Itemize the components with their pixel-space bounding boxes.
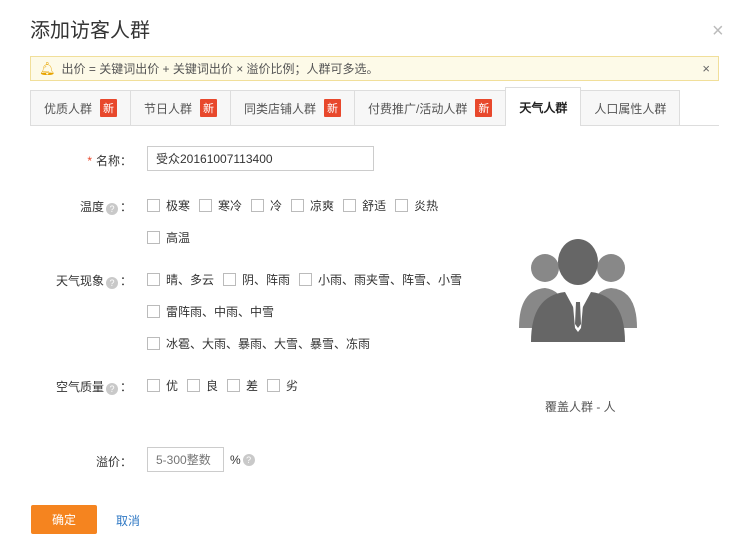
temperature-label-text: 温度	[79, 200, 104, 214]
colon: ：	[119, 380, 132, 394]
air-quality-options: 优 良 差 劣	[147, 377, 307, 394]
tab-weather[interactable]: 天气人群	[505, 87, 582, 126]
weather-label: 天气现象?：	[0, 272, 132, 289]
tab-bar: 优质人群新 节日人群新 同类店铺人群新 付费推广/活动人群新 天气人群 人口属性…	[30, 87, 719, 126]
help-icon[interactable]: ?	[105, 277, 118, 289]
air-label-text: 空气质量	[55, 380, 104, 394]
option-label: 优	[166, 379, 179, 393]
premium-input[interactable]	[147, 447, 224, 472]
option-label: 高温	[166, 231, 191, 245]
checkbox-temp-3[interactable]: 凉爽	[291, 197, 334, 214]
checkbox-air-3[interactable]: 劣	[267, 377, 298, 394]
tab-label: 节日人群	[144, 101, 193, 116]
checkbox-temp-4[interactable]: 舒适	[343, 197, 386, 214]
checkbox-temp-6[interactable]: 高温	[147, 229, 190, 246]
option-label: 冰雹、大雨、暴雨、大雪、暴雪、冻雨	[166, 337, 371, 351]
temperature-label: 温度?：	[0, 198, 132, 215]
name-input[interactable]	[147, 146, 374, 171]
tab-label: 优质人群	[44, 101, 93, 116]
option-label: 炎热	[414, 199, 439, 213]
cancel-link[interactable]: 取消	[116, 512, 140, 529]
colon: ：	[119, 274, 132, 288]
weather-options-2: 雷阵雨、中雨、中雪	[147, 303, 283, 320]
tab-similar-shops[interactable]: 同类店铺人群新	[230, 90, 356, 125]
percent-sign: %	[230, 453, 241, 467]
option-label: 凉爽	[310, 199, 335, 213]
bell-icon: 🔔︎	[39, 60, 56, 76]
checkbox-weather-4[interactable]: 冰雹、大雨、暴雨、大雪、暴雪、冻雨	[147, 335, 370, 352]
new-badge: 新	[475, 99, 493, 117]
colon: ：	[119, 200, 132, 214]
premium-label: 溢价：	[95, 455, 132, 469]
new-badge: 新	[324, 99, 342, 117]
option-label: 晴、多云	[166, 273, 215, 287]
required-mark: *	[87, 154, 92, 168]
close-icon[interactable]: ×	[712, 20, 724, 43]
checkbox-temp-1[interactable]: 寒冷	[199, 197, 242, 214]
premium-unit: %?	[230, 453, 257, 467]
temperature-options: 极寒 寒冷 冷 凉爽 舒适 炎热	[147, 197, 447, 214]
tab-label: 付费推广/活动人群	[368, 101, 468, 116]
tab-quality[interactable]: 优质人群新	[30, 90, 132, 125]
option-label: 极寒	[166, 199, 191, 213]
coverage-text: 覆盖人群 - 人	[545, 400, 616, 414]
checkbox-air-1[interactable]: 良	[187, 377, 218, 394]
notice-close-icon[interactable]: ×	[702, 61, 710, 76]
help-icon[interactable]: ?	[105, 383, 118, 395]
weather-label-text: 天气现象	[55, 274, 104, 288]
confirm-button[interactable]: 确定	[31, 505, 97, 534]
checkbox-temp-5[interactable]: 炎热	[395, 197, 438, 214]
help-icon[interactable]: ?	[105, 203, 118, 215]
checkbox-weather-0[interactable]: 晴、多云	[147, 271, 214, 288]
option-label: 阴、阵雨	[242, 273, 291, 287]
notice-bar: 🔔︎ 出价 = 关键词出价 + 关键词出价 × 溢价比例；人群可多选。 ×	[30, 56, 719, 81]
temperature-options-2: 高温	[147, 229, 199, 246]
weather-options: 晴、多云 阴、阵雨 小雨、雨夹雪、阵雪、小雪	[147, 271, 471, 288]
tab-demographics[interactable]: 人口属性人群	[580, 90, 681, 125]
checkbox-weather-3[interactable]: 雷阵雨、中雨、中雪	[147, 303, 274, 320]
checkbox-temp-2[interactable]: 冷	[251, 197, 282, 214]
option-label: 差	[246, 379, 259, 393]
tab-label: 天气人群	[519, 100, 568, 115]
checkbox-temp-0[interactable]: 极寒	[147, 197, 190, 214]
notice-text: 出价 = 关键词出价 + 关键词出价 × 溢价比例；人群可多选。	[61, 62, 379, 76]
name-label: * 名称：	[0, 152, 132, 169]
option-label: 劣	[286, 379, 299, 393]
checkbox-air-2[interactable]: 差	[227, 377, 258, 394]
tab-holiday[interactable]: 节日人群新	[130, 90, 232, 125]
option-label: 雷阵雨、中雨、中雪	[166, 305, 275, 319]
air-quality-label: 空气质量?：	[0, 378, 132, 395]
checkbox-weather-2[interactable]: 小雨、雨夹雪、阵雪、小雪	[299, 271, 462, 288]
checkbox-weather-1[interactable]: 阴、阵雨	[223, 271, 290, 288]
audience-group-icon	[519, 239, 637, 342]
name-label-text: 名称：	[95, 154, 132, 168]
weather-options-3: 冰雹、大雨、暴雨、大雪、暴雪、冻雨	[147, 335, 379, 352]
option-label: 良	[206, 379, 219, 393]
option-label: 寒冷	[218, 199, 243, 213]
new-badge: 新	[200, 99, 218, 117]
help-icon[interactable]: ?	[242, 454, 255, 466]
dialog-title: 添加访客人群	[30, 20, 150, 42]
option-label: 冷	[270, 199, 283, 213]
checkbox-air-0[interactable]: 优	[147, 377, 178, 394]
tab-label: 同类店铺人群	[244, 101, 317, 116]
tab-label: 人口属性人群	[594, 101, 667, 116]
new-badge: 新	[100, 99, 118, 117]
option-label: 小雨、雨夹雪、阵雪、小雪	[318, 273, 463, 287]
tab-paid-promo[interactable]: 付费推广/活动人群新	[354, 90, 507, 125]
option-label: 舒适	[362, 199, 387, 213]
